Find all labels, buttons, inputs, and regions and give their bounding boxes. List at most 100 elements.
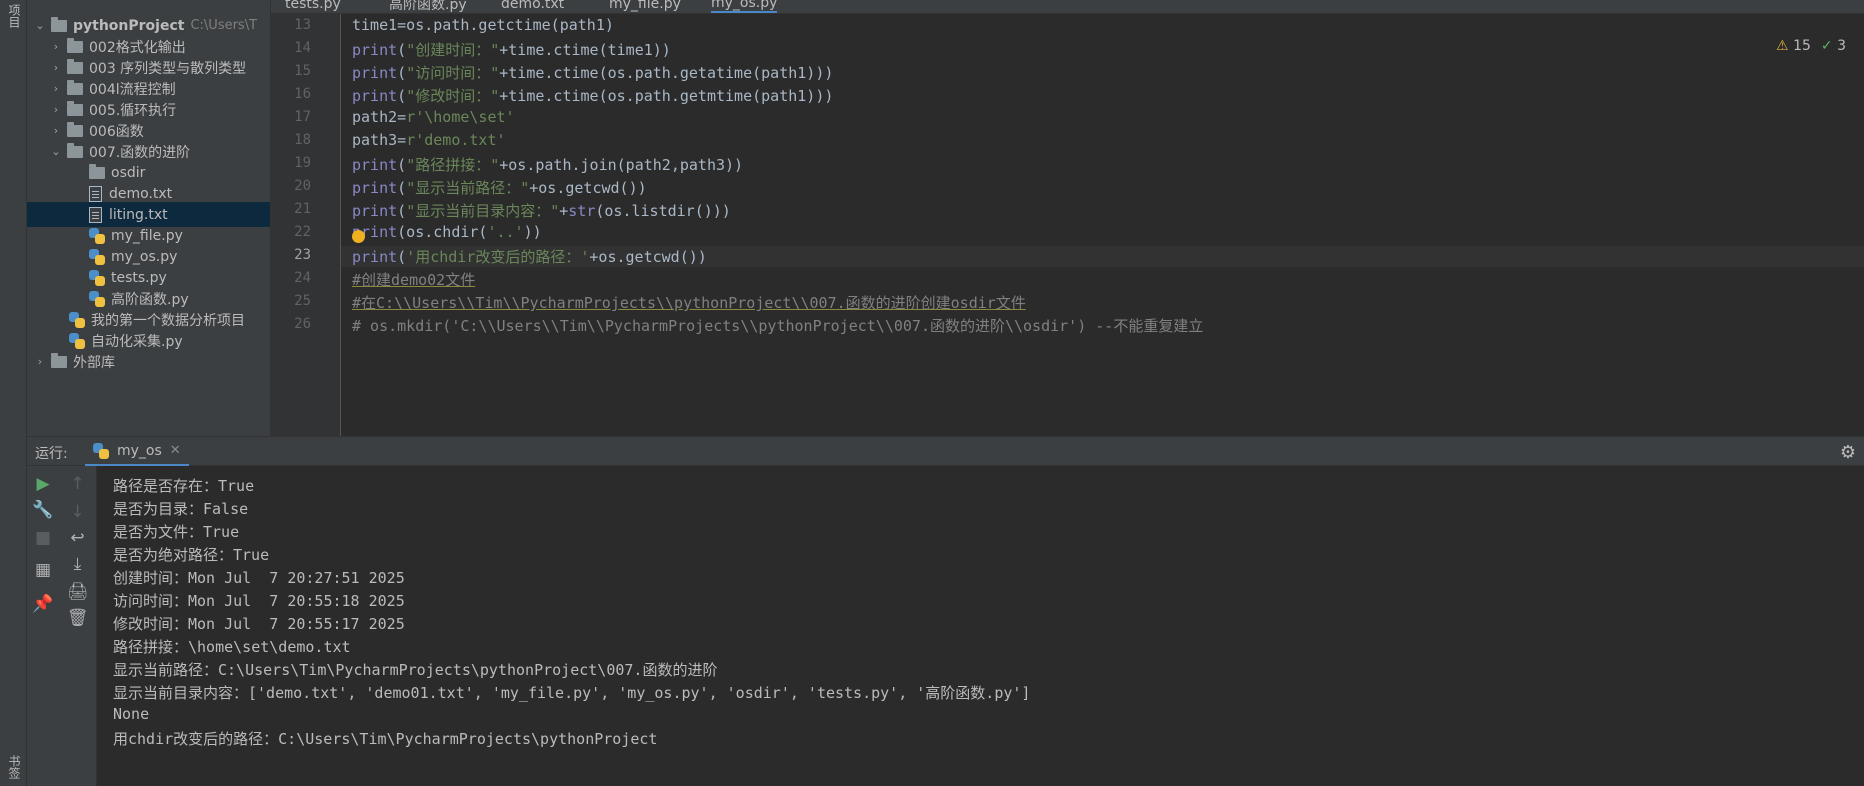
chevron-down-icon[interactable]: ⌄ <box>49 145 63 158</box>
code-line-13[interactable]: time1=os.path.getctime(path1) <box>352 16 614 34</box>
tab-my-file-py[interactable]: my_file.py <box>609 0 681 13</box>
arrow-down-icon[interactable]: ↓ <box>59 502 96 522</box>
code-line-25[interactable]: #在C:\\Users\\Tim\\PycharmProjects\\pytho… <box>352 292 1026 313</box>
soft-wrap-icon[interactable]: ↩ <box>59 528 96 548</box>
close-icon[interactable]: ✕ <box>170 443 181 458</box>
folder-icon <box>89 163 105 179</box>
gear-icon[interactable]: ⚙ <box>1840 442 1856 463</box>
console-line: 显示当前目录内容：['demo.txt', 'demo01.txt', 'my_… <box>113 684 1031 702</box>
code-string: "修改时间：" <box>406 87 500 105</box>
pin-icon[interactable]: 📌 <box>27 594 59 614</box>
chevron-right-icon[interactable]: › <box>49 124 63 137</box>
tab-label: my_os.py <box>711 0 778 11</box>
code-text: +time.ctime(os.path.getmtime(path1))) <box>499 87 834 105</box>
console-line: 路径是否存在：True <box>113 477 255 495</box>
code-editor[interactable]: time1=os.path.getctime(path1) print("创建时… <box>341 14 1864 436</box>
chevron-right-icon[interactable]: › <box>49 61 63 74</box>
code-keyword: print <box>352 179 398 197</box>
editor-tab-bar: tests.py 高阶函数.py demo.txt my_file.py my_… <box>271 0 1864 14</box>
arrow-up-icon[interactable]: ↑ <box>59 474 96 494</box>
code-text: ( <box>397 156 407 174</box>
tree-item-label: osdir <box>111 164 146 181</box>
code-line-18[interactable]: path3=r'demo.txt' <box>352 131 506 149</box>
tree-item-label: 002格式化输出 <box>89 39 186 56</box>
bookmarks-tool-button[interactable]: 书签 <box>6 755 23 779</box>
code-text: (os.chdir( <box>397 223 488 241</box>
code-text: time1=os.path.getctime(path1) <box>352 16 614 34</box>
tree-item-label: 我的第一个数据分析项目 <box>91 312 245 329</box>
root-name: pythonProject <box>73 17 185 34</box>
inspection-widget[interactable]: ⚠ 15 ✓ 3 <box>1776 38 1846 54</box>
code-string: "创建时间：" <box>406 41 500 59</box>
tab-tests-py[interactable]: tests.py <box>285 0 341 13</box>
code-text: ( <box>397 202 407 220</box>
tree-item-label: 007.函数的进阶 <box>89 144 191 161</box>
project-tool-button[interactable]: 项目 <box>6 4 23 28</box>
editor-gutter: 13 14 15 16 17 18 19 20 21 22 23 24 25 2… <box>271 14 341 436</box>
tab-label: 高阶函数.py <box>389 0 467 13</box>
line-number: 18 <box>294 132 311 148</box>
trash-icon[interactable]: 🗑 <box>59 608 96 628</box>
code-line-16[interactable]: print("修改时间："+time.ctime(os.path.getmtim… <box>352 85 833 106</box>
code-text: +os.path.join(path2,path3)) <box>499 156 744 174</box>
code-text: +time.ctime(os.path.getatime(path1))) <box>499 64 834 82</box>
tree-item-label: 外部库 <box>73 354 115 371</box>
folder-icon <box>67 58 83 74</box>
tree-item-label: 005.循环执行 <box>89 102 177 119</box>
wrench-icon[interactable]: 🔧 <box>27 500 59 520</box>
chevron-right-icon[interactable]: › <box>33 355 47 368</box>
rerun-icon[interactable]: ▶ <box>27 474 59 494</box>
code-keyword: print <box>352 64 398 82</box>
code-line-21[interactable]: print("显示当前目录内容："+str(os.listdir())) <box>352 200 731 221</box>
code-comment: #创建demo02文件 <box>352 271 476 289</box>
code-keyword: print <box>352 87 398 105</box>
python-file-icon <box>89 248 105 265</box>
tab-my-os-py[interactable]: my_os.py <box>711 0 778 13</box>
code-text: )) <box>523 223 542 241</box>
chevron-down-icon[interactable]: ⌄ <box>33 19 47 32</box>
python-file-icon <box>89 290 105 307</box>
text-file-icon <box>89 185 102 202</box>
warning-icon: ⚠ <box>1776 38 1789 54</box>
code-line-26[interactable]: # os.mkdir('C:\\Users\\Tim\\PycharmProje… <box>352 315 1203 336</box>
chevron-right-icon[interactable]: › <box>49 82 63 95</box>
tree-item-external-libraries[interactable]: › 外部库 <box>27 349 270 374</box>
print-icon[interactable]: 🖨 <box>59 582 96 602</box>
code-line-17[interactable]: path2=r'\home\set' <box>352 108 515 126</box>
code-comment: #在C:\\Users\\Tim\\PycharmProjects\\pytho… <box>352 294 1026 312</box>
code-string: '..' <box>487 223 524 241</box>
run-label: 运行: <box>35 446 68 462</box>
ok-count[interactable]: ✓ 3 <box>1821 38 1846 54</box>
code-line-15[interactable]: print("访问时间："+time.ctime(os.path.getatim… <box>352 62 833 83</box>
tree-item-label: 003 序列类型与散列类型 <box>89 60 247 77</box>
code-line-22[interactable]: print(os.chdir('..')) <box>352 223 542 241</box>
run-toolbar-primary: ▶ 🔧 ■ ▦ 📌 <box>27 466 59 786</box>
scroll-to-end-icon[interactable]: ⤓ <box>59 554 96 574</box>
tab-demo-txt[interactable]: demo.txt <box>501 0 564 13</box>
check-icon: ✓ <box>1820 38 1833 54</box>
code-line-19[interactable]: print("路径拼接："+os.path.join(path2,path3)) <box>352 154 743 175</box>
run-tab-my-os[interactable]: my_os ✕ <box>85 437 189 467</box>
code-line-14[interactable]: print("创建时间："+time.ctime(time1)) <box>352 39 671 60</box>
tab-higher-order-py[interactable]: 高阶函数.py <box>389 0 467 13</box>
tree-item-label: my_file.py <box>111 227 183 244</box>
line-number: 24 <box>294 270 311 286</box>
layout-icon[interactable]: ▦ <box>27 560 59 580</box>
stop-icon[interactable]: ■ <box>27 528 59 548</box>
code-text: ( <box>397 64 407 82</box>
python-file-icon <box>93 442 109 459</box>
console-line: 访问时间：Mon Jul 7 20:55:18 2025 <box>113 592 405 610</box>
warning-count[interactable]: ⚠ 15 <box>1776 38 1811 54</box>
code-line-23-current[interactable]: print('用chdir改变后的路径：'+os.getcwd()) <box>341 246 1864 267</box>
chevron-right-icon[interactable]: › <box>49 40 63 53</box>
console-line: 用chdir改变后的路径：C:\Users\Tim\PycharmProject… <box>113 730 658 748</box>
tab-label: my_file.py <box>609 0 681 12</box>
chevron-right-icon[interactable]: › <box>49 103 63 116</box>
folder-icon <box>67 100 83 116</box>
folder-icon <box>67 142 83 158</box>
tree-item-label: 006函数 <box>89 123 144 140</box>
lightbulb-icon[interactable] <box>352 230 365 243</box>
code-line-24[interactable]: #创建demo02文件 <box>352 269 475 290</box>
code-line-20[interactable]: print("显示当前路径："+os.getcwd()) <box>352 177 647 198</box>
run-console[interactable]: 路径是否存在：True 是否为目录：False 是否为文件：True 是否为绝对… <box>97 466 1864 786</box>
